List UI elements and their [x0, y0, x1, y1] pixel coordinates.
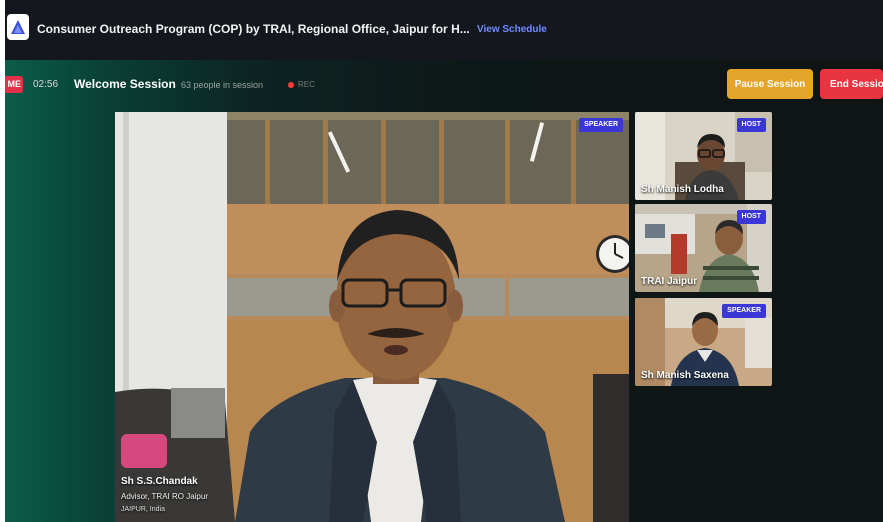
- logo-icon: [11, 20, 25, 34]
- app-logo[interactable]: [7, 14, 29, 40]
- participant-role-tag: SPEAKER: [722, 304, 766, 318]
- event-title: Consumer Outreach Program (COP) by TRAI,…: [37, 22, 470, 36]
- view-schedule-link[interactable]: View Schedule: [477, 24, 547, 35]
- session-name: Welcome Session: [74, 77, 176, 91]
- participant-name: Sh Manish Saxena: [641, 370, 729, 381]
- pause-session-button[interactable]: Pause Session: [727, 69, 813, 99]
- recording-icon: [288, 82, 294, 88]
- participant-role-tag: HOST: [736, 118, 766, 132]
- recording-label: REC: [298, 80, 315, 89]
- people-count: 63 people in session: [181, 80, 264, 90]
- speaker-location: JAIPUR, India: [121, 506, 165, 513]
- speaker-video-frame: [115, 112, 629, 522]
- participant-tile[interactable]: HOST TRAI Jaipur: [635, 204, 772, 292]
- participant-role-tag: HOST: [736, 210, 766, 224]
- participant-name: Sh Manish Lodha: [641, 184, 724, 195]
- top-bar: Consumer Outreach Program (COP) by TRAI,…: [5, 0, 883, 60]
- app-window: Consumer Outreach Program (COP) by TRAI,…: [5, 0, 883, 522]
- end-session-button[interactable]: End Session: [820, 69, 883, 99]
- participant-tile[interactable]: SPEAKER Sh Manish Saxena: [635, 298, 772, 386]
- participant-name: TRAI Jaipur: [641, 276, 698, 287]
- live-badge: ME: [5, 76, 23, 93]
- speaker-role: Advisor, TRAI RO Jaipur: [121, 492, 208, 501]
- main-speaker-video[interactable]: SPEAKER Sh S.S.Chandak Advisor, TRAI RO …: [115, 112, 629, 522]
- session-timer: 02:56: [33, 79, 59, 90]
- speaker-name: Sh S.S.Chandak: [121, 476, 198, 487]
- speaker-tag: SPEAKER: [579, 118, 623, 132]
- participant-tile[interactable]: HOST Sh Manish Lodha: [635, 112, 772, 200]
